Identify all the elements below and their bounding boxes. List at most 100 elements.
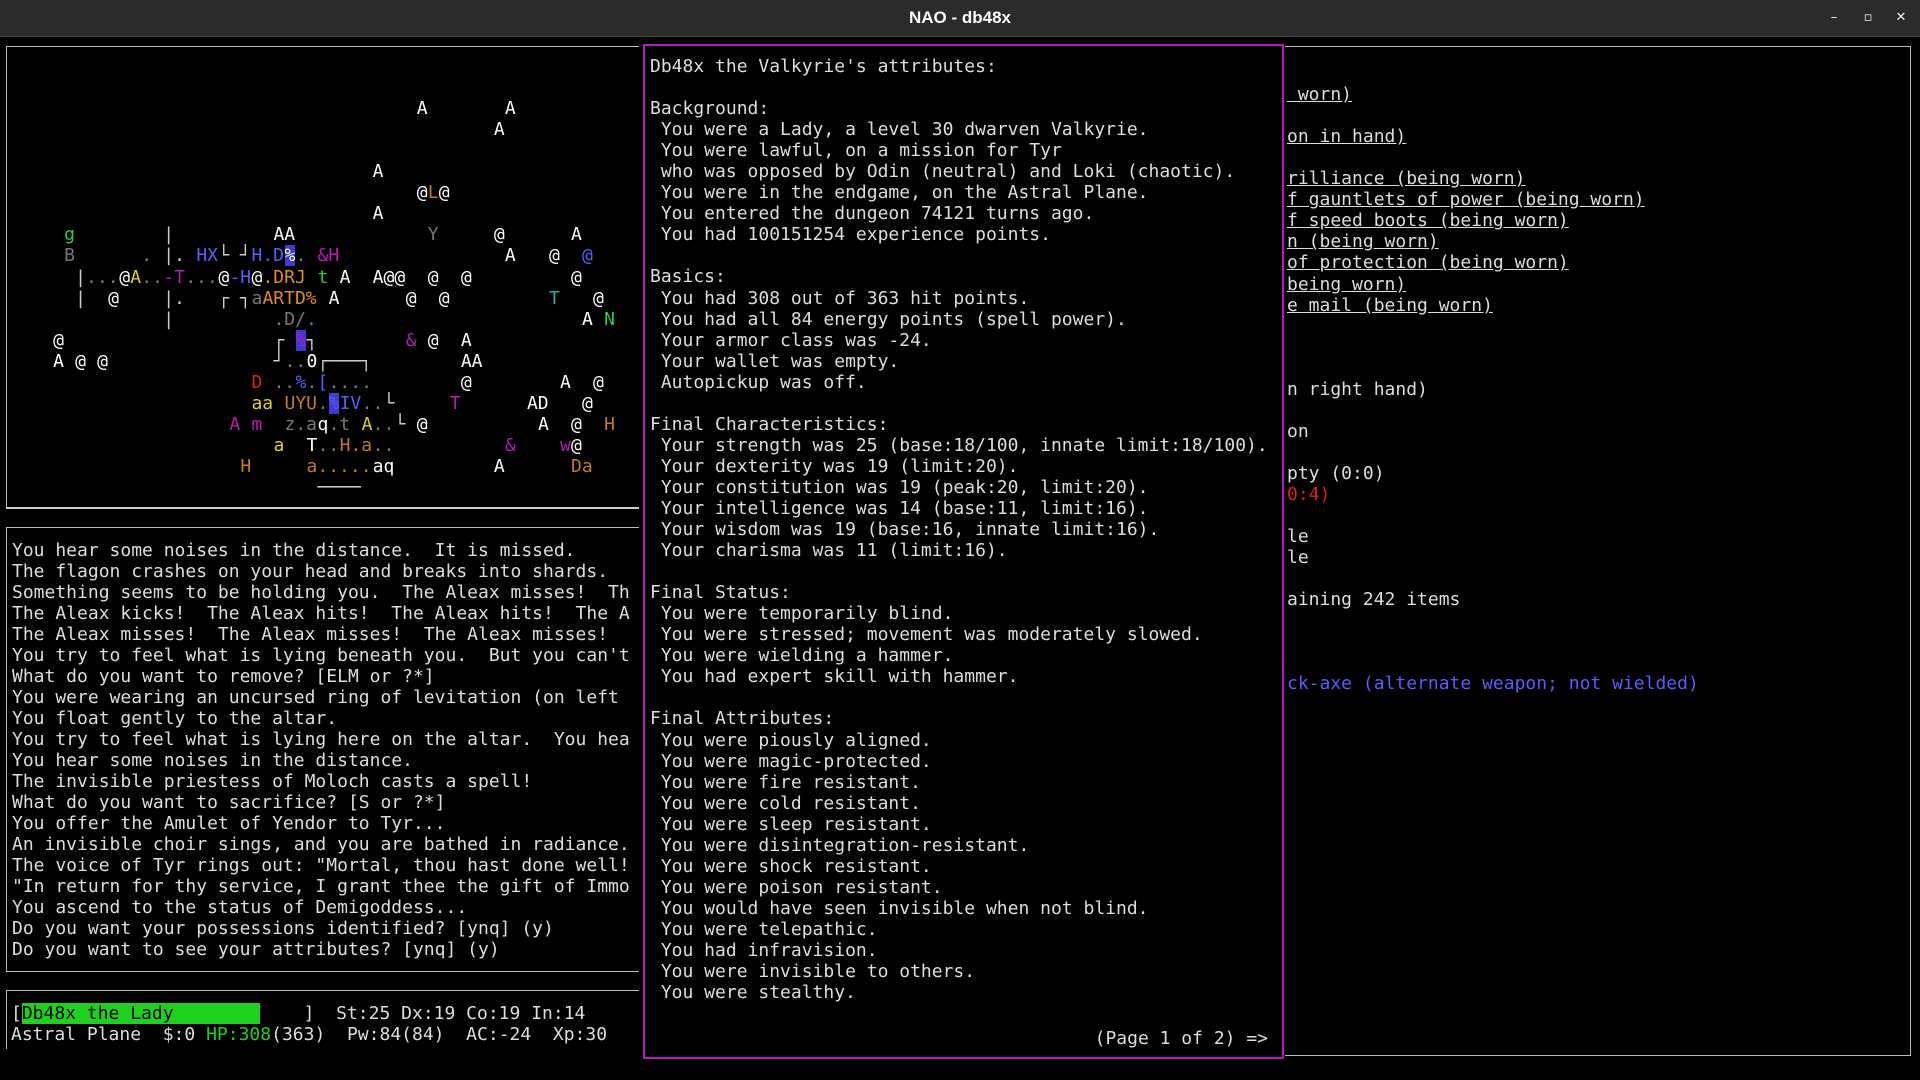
map-glyph: &H <box>317 245 340 267</box>
message-lines: You hear some noises in the distance. It… <box>12 540 630 960</box>
map-glyph: Y <box>427 224 439 246</box>
map-glyph: % <box>295 371 307 393</box>
attribute-line: Your dexterity was 19 (limit:20). <box>650 455 1019 477</box>
attribute-line <box>650 77 1268 98</box>
map-glyph: A <box>53 350 64 372</box>
map-glyph: A <box>582 308 593 330</box>
map-glyph: z.a <box>284 413 318 435</box>
attributes-text: Db48x the Valkyrie's attributes: Backgrou… <box>650 56 1268 1003</box>
message-line: You were wearing an uncursed ring of lev… <box>12 687 619 708</box>
attribute-line <box>650 245 1268 266</box>
message-line: "In return for thy service, I grant thee… <box>12 876 630 897</box>
inventory-line: rilliance (being worn) <box>1287 168 1526 190</box>
inventory-line: of protection (being worn) <box>1287 252 1569 274</box>
attributes-window[interactable]: Db48x the Valkyrie's attributes: Backgrou… <box>643 44 1284 1059</box>
map-glyph: @ <box>593 371 604 393</box>
map-glyph: .. <box>361 392 384 414</box>
attribute-line <box>650 393 1268 414</box>
map-glyph: .. <box>372 413 395 435</box>
message-line: What do you want to sacrifice? [S or ?*] <box>12 792 446 813</box>
map-glyph: @ <box>427 329 439 351</box>
message-line: Something seems to be holding you. The A… <box>12 582 630 603</box>
map-glyph: @ <box>427 266 439 288</box>
map-glyph: @ <box>438 287 450 309</box>
close-button[interactable]: ✕ <box>1889 6 1913 30</box>
attribute-line: You were disintegration-resistant. <box>650 834 1030 856</box>
message-log: You hear some noises in the distance. It… <box>6 527 639 972</box>
map-glyph: .D/. <box>273 308 317 330</box>
map-glyph: A@@ <box>372 266 406 288</box>
map-glyph: AD <box>526 392 549 414</box>
page-indicator[interactable]: (Page 1 of 2) => <box>1095 1028 1268 1049</box>
map-glyph: [ <box>317 371 329 393</box>
map-glyph: @ <box>97 350 108 372</box>
inventory-line: f speed boots (being worn) <box>1287 210 1569 232</box>
map-glyph: └ <box>394 413 406 435</box>
map-glyph: .. <box>273 371 296 393</box>
window-titlebar: NAO - db48x – ▫ ✕ <box>0 0 1920 37</box>
attribute-line: Your wisdom was 19 (base:16, innate limi… <box>650 519 1160 541</box>
inventory-line: being worn) <box>1287 273 1407 295</box>
message-line: The Aleax misses! The Aleax misses! The … <box>12 624 609 645</box>
status-line-1: [Db48x the Lady ] St:25 Dx:19 Co:19 In:1… <box>11 1003 585 1024</box>
map-glyph: g <box>64 224 75 246</box>
inventory-line: e mail (being worn) <box>1287 294 1493 316</box>
map-glyph: ┌ <box>273 329 285 351</box>
attribute-line: You were stealthy. <box>650 982 856 1004</box>
map-glyph: % <box>295 329 307 351</box>
message-line: The flagon crashes on your head and brea… <box>12 561 609 582</box>
map-glyph: A <box>537 413 549 435</box>
map-glyph: A <box>372 161 384 183</box>
map-glyph: .. <box>284 350 307 372</box>
map-glyph: N <box>604 308 615 330</box>
map-glyph: aa <box>251 392 274 414</box>
map-glyph: A <box>571 224 582 246</box>
map-glyph: A <box>504 245 516 267</box>
map-glyph: .. <box>372 434 395 456</box>
attribute-line: Final Characteristics: <box>650 413 889 435</box>
status-close-bracket: ] <box>260 1003 315 1024</box>
attribute-line: You were temporarily blind. <box>650 603 954 625</box>
minimize-button[interactable]: – <box>1822 6 1846 30</box>
map-glyph: % <box>284 245 296 267</box>
map-glyph: . <box>295 245 307 267</box>
map-glyph: @ <box>108 287 120 309</box>
inventory-line: worn) <box>1287 84 1353 106</box>
attribute-line: Autopickup was off. <box>650 371 867 393</box>
attribute-line: Final Attributes: <box>650 708 835 730</box>
attribute-line: You were lawful, on a mission for Tyr <box>650 140 1062 162</box>
map-glyph: H.a <box>339 434 373 456</box>
map-glyph: q <box>317 413 329 435</box>
attribute-line: You were telepathic. <box>650 918 878 940</box>
map-glyph: .t <box>328 413 351 435</box>
map-glyph: . <box>141 245 153 267</box>
attribute-line: You had expert skill with hammer. <box>650 666 1019 688</box>
message-line: Do you want to see your attributes? [ynq… <box>12 939 500 960</box>
message-line: An invisible choir sings, and you are ba… <box>12 834 630 855</box>
attribute-line: Your strength was 25 (base:18/100, innat… <box>650 434 1268 456</box>
attribute-line: You had all 84 energy points (spell powe… <box>650 308 1127 330</box>
status-rest: Pw:84(84) AC:-24 Xp:30 <box>325 1024 608 1045</box>
dungeon-map[interactable]: A A A A @ L @ Ag | AA Y @ A B. |. HX └ ┘ H.D%. &H A @ @ |... @ A… <box>6 46 639 509</box>
map-glyph: -T <box>163 266 185 288</box>
attribute-line: You had infravision. <box>650 939 878 961</box>
inventory-line: f gauntlets of power (being worn) <box>1287 189 1645 211</box>
map-glyph: a <box>251 287 263 309</box>
message-line: You try to feel what is lying beneath yo… <box>12 645 630 666</box>
attribute-line: You were a Lady, a level 30 dwarven Valk… <box>650 119 1149 141</box>
inventory-line: aining 242 items <box>1287 589 1461 611</box>
message-line: The voice of Tyr rings out: "Mortal, tho… <box>12 855 630 876</box>
attribute-line <box>650 561 1268 582</box>
attribute-line: You had 100151254 experience points. <box>650 224 1051 246</box>
map-glyph: T <box>306 434 318 456</box>
map-glyph: | <box>75 287 86 309</box>
status-panel: [Db48x the Lady ] St:25 Dx:19 Co:19 In:1… <box>6 990 639 1049</box>
map-glyph: @ <box>460 266 472 288</box>
map-glyph: A <box>493 119 505 141</box>
status-hp: HP:308 <box>206 1024 272 1045</box>
map-glyph: @ <box>405 287 417 309</box>
maximize-button[interactable]: ▫ <box>1856 6 1880 30</box>
attribute-line: Your constitution was 19 (peak:20, limit… <box>650 476 1149 498</box>
attribute-line: Basics: <box>650 266 726 288</box>
map-glyph: @ <box>460 371 472 393</box>
